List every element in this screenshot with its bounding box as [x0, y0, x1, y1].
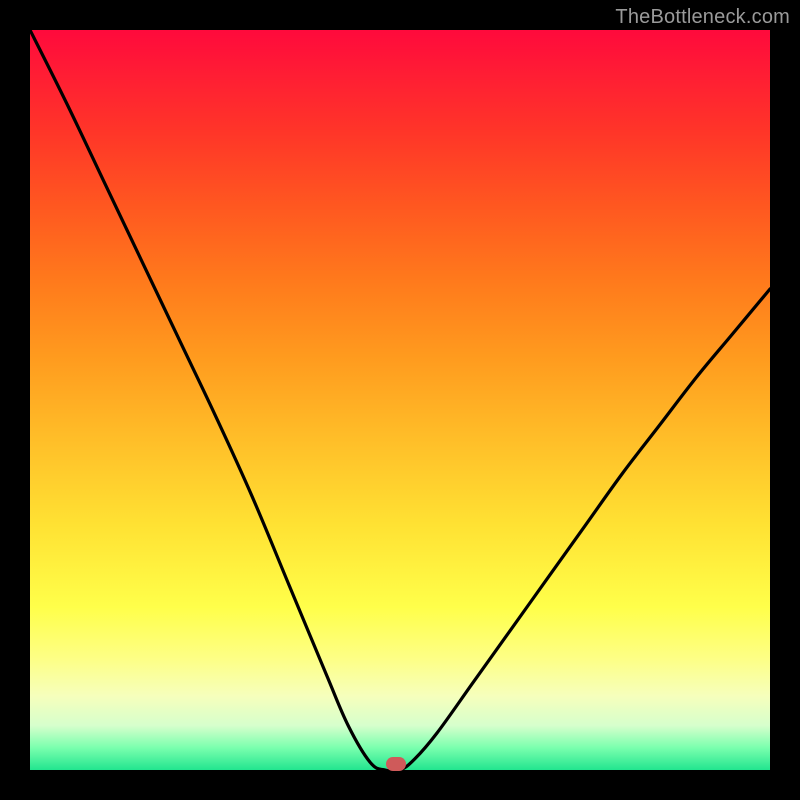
curve-svg	[30, 30, 770, 770]
chart-container: TheBottleneck.com	[0, 0, 800, 800]
optimal-point-marker	[386, 757, 406, 771]
bottleneck-curve-path	[30, 30, 770, 770]
plot-area	[30, 30, 770, 770]
watermark-text: TheBottleneck.com	[615, 6, 790, 29]
